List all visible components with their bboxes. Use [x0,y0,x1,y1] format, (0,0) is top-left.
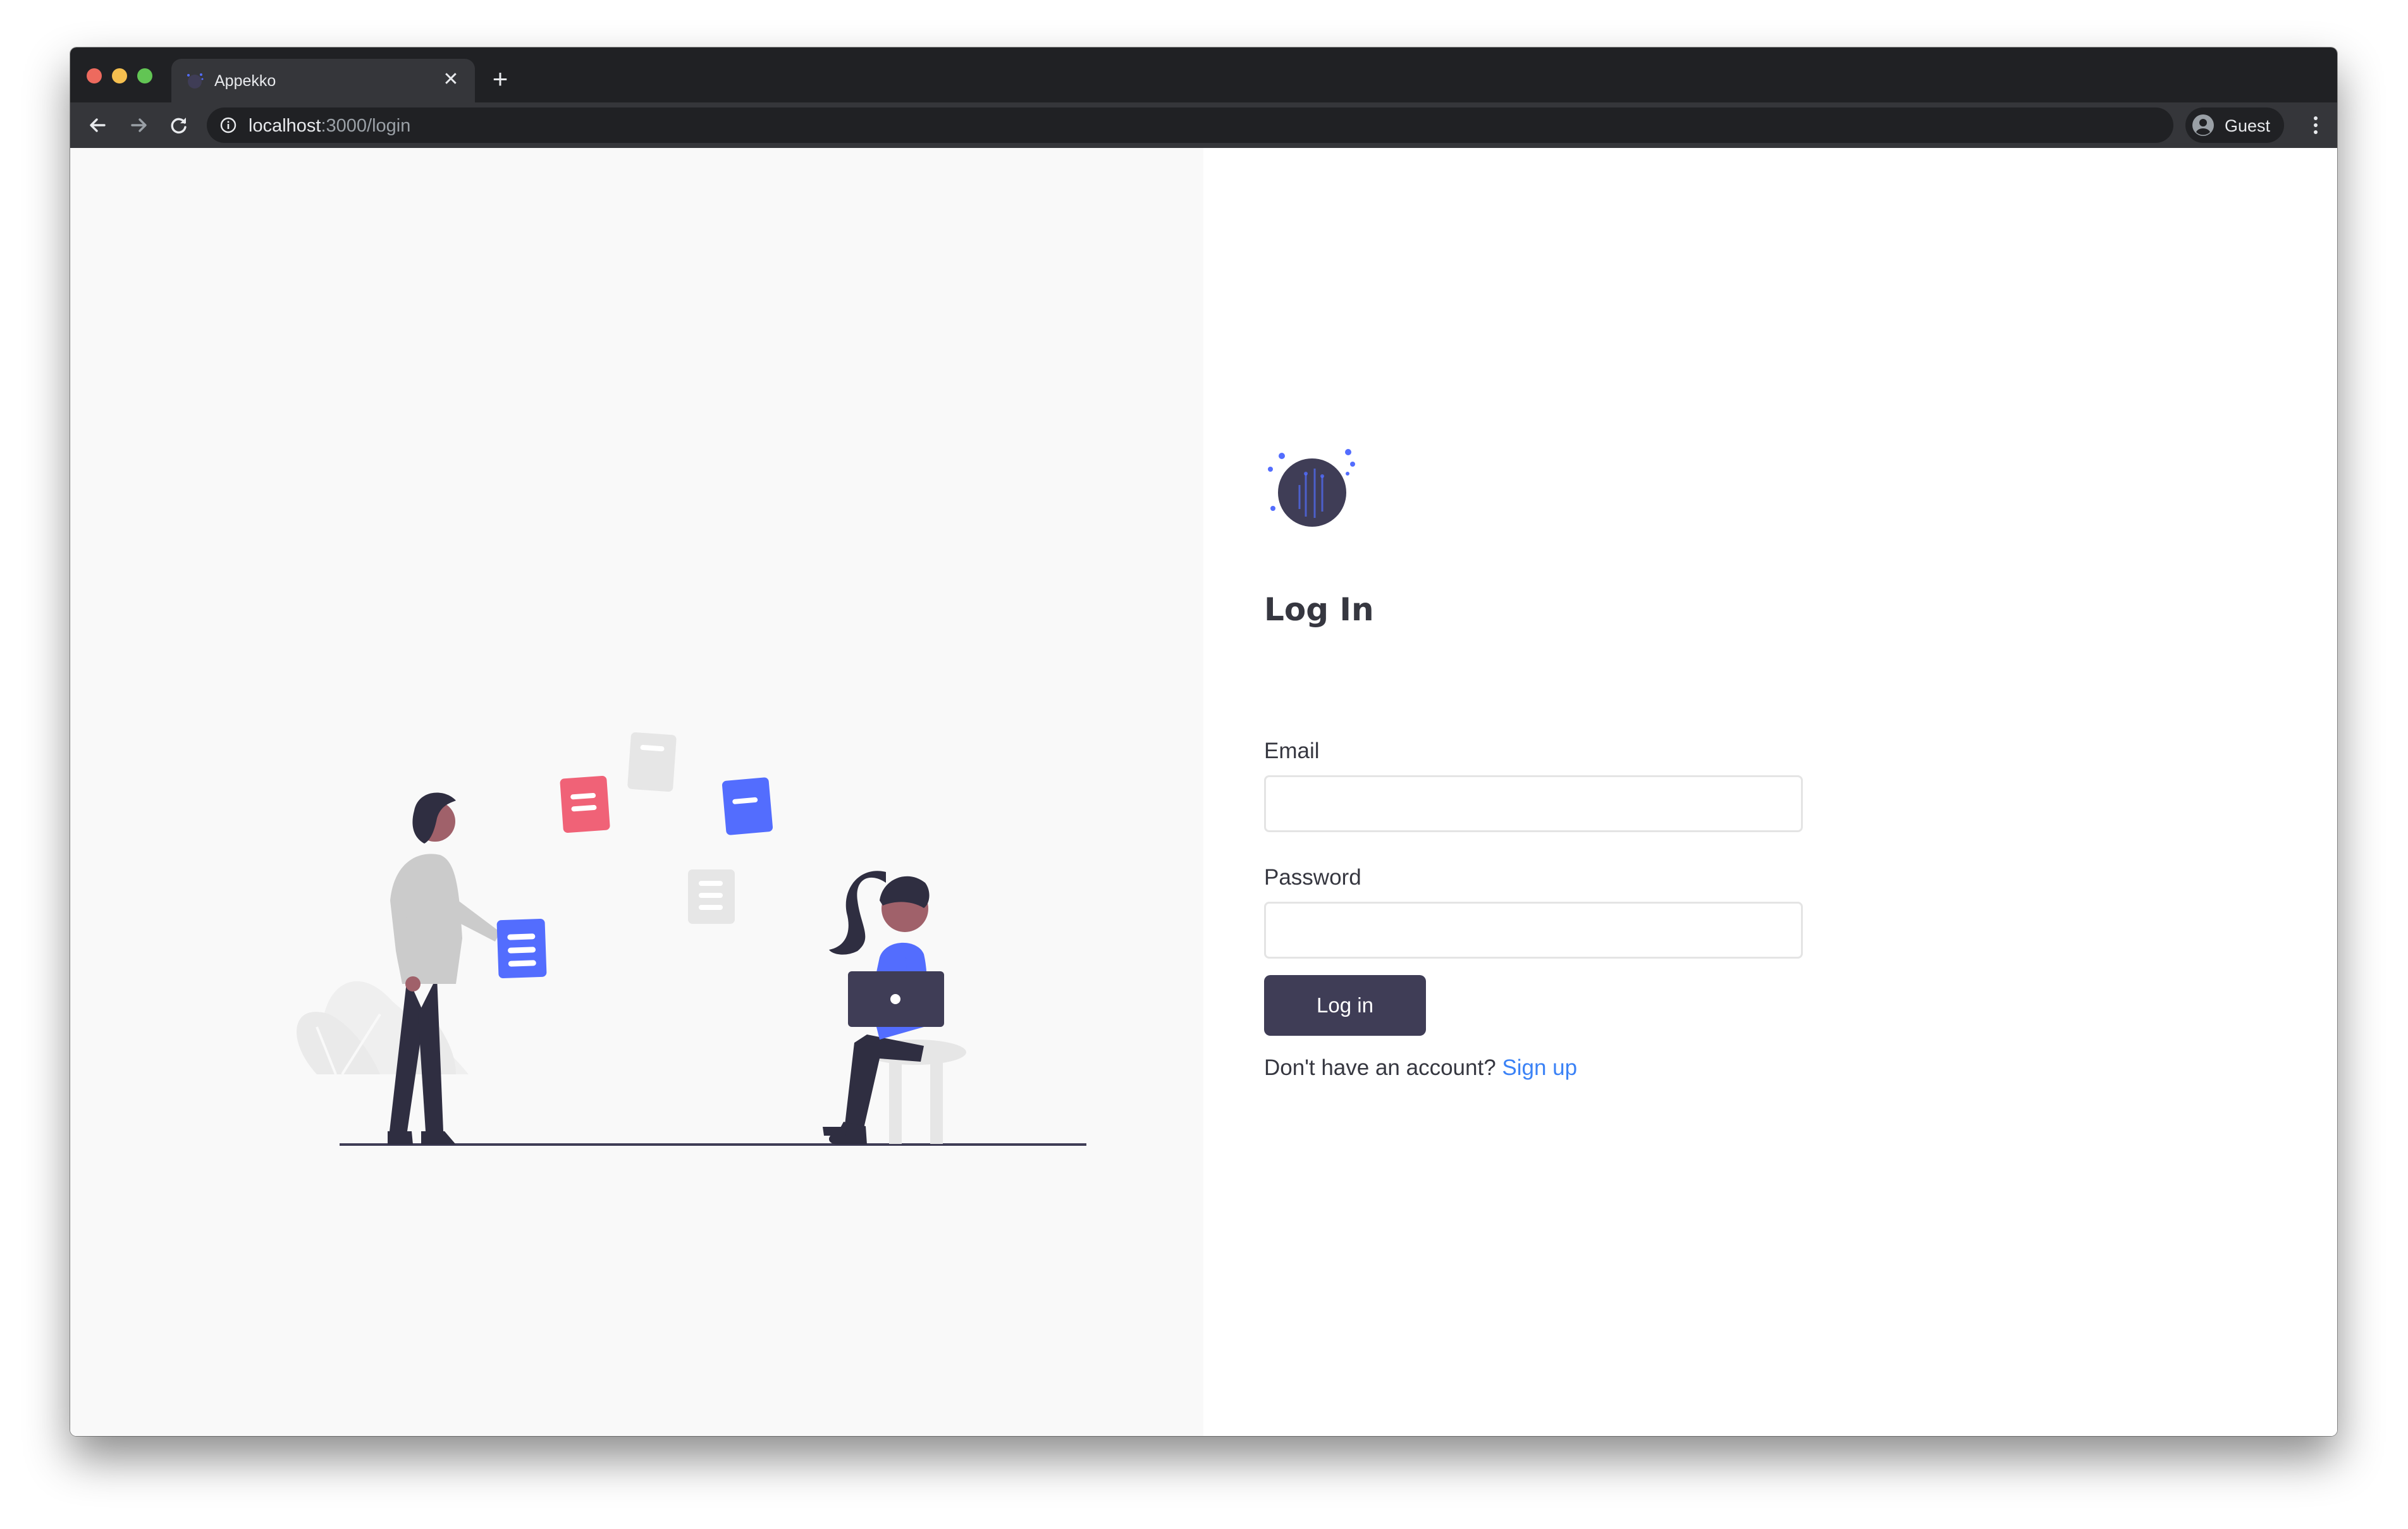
minimize-window-button[interactable] [112,68,127,83]
page-title: Log In [1264,591,1374,628]
info-icon[interactable] [219,116,237,134]
signup-prompt: Don't have an account? Sign up [1264,1055,1577,1081]
browser-title-bar: Appekko ✕ + [70,47,2337,102]
login-button[interactable]: Log in [1264,975,1426,1036]
appekko-favicon-icon [187,73,204,89]
forward-icon [131,118,147,132]
password-field[interactable] [1264,902,1803,959]
appekko-logo-icon [1268,449,1355,527]
browser-tab[interactable]: Appekko ✕ [171,59,475,102]
email-label: Email [1264,739,1320,763]
address-bar[interactable]: localhost:3000/login [207,107,2173,143]
browser-toolbar: localhost:3000/login Guest [70,102,2337,148]
browser-window: Appekko ✕ + localhost:3000/login Guest L… [70,47,2337,1436]
people-sharing-documents-illustration [296,732,1086,1146]
url-path: :3000/login [321,116,411,136]
account-circle-icon [2192,114,2214,136]
illustration-panel [70,148,1203,1436]
email-field[interactable] [1264,775,1803,832]
signup-prompt-text: Don't have an account? [1264,1055,1502,1080]
url-text: localhost:3000/login [249,116,410,135]
back-button[interactable] [83,110,113,140]
url-host: localhost [249,116,321,136]
reload-button[interactable] [164,110,194,140]
login-panel: Log In Email Password Log in Don't have … [1203,148,2337,1436]
close-window-button[interactable] [87,68,102,83]
tab-title: Appekko [214,72,276,90]
password-label: Password [1264,865,1361,890]
close-tab-icon[interactable]: ✕ [439,68,462,91]
profile-label: Guest [2225,116,2271,135]
reload-icon [171,118,187,134]
maximize-window-button[interactable] [137,68,152,83]
new-tab-button[interactable]: + [488,66,513,92]
menu-icon[interactable] [2302,112,2329,138]
profile-button[interactable]: Guest [2185,107,2284,143]
page-viewport: Log In Email Password Log in Don't have … [70,148,2337,1436]
signup-link[interactable]: Sign up [1502,1055,1577,1080]
forward-button[interactable] [123,110,154,140]
back-icon [90,118,106,132]
